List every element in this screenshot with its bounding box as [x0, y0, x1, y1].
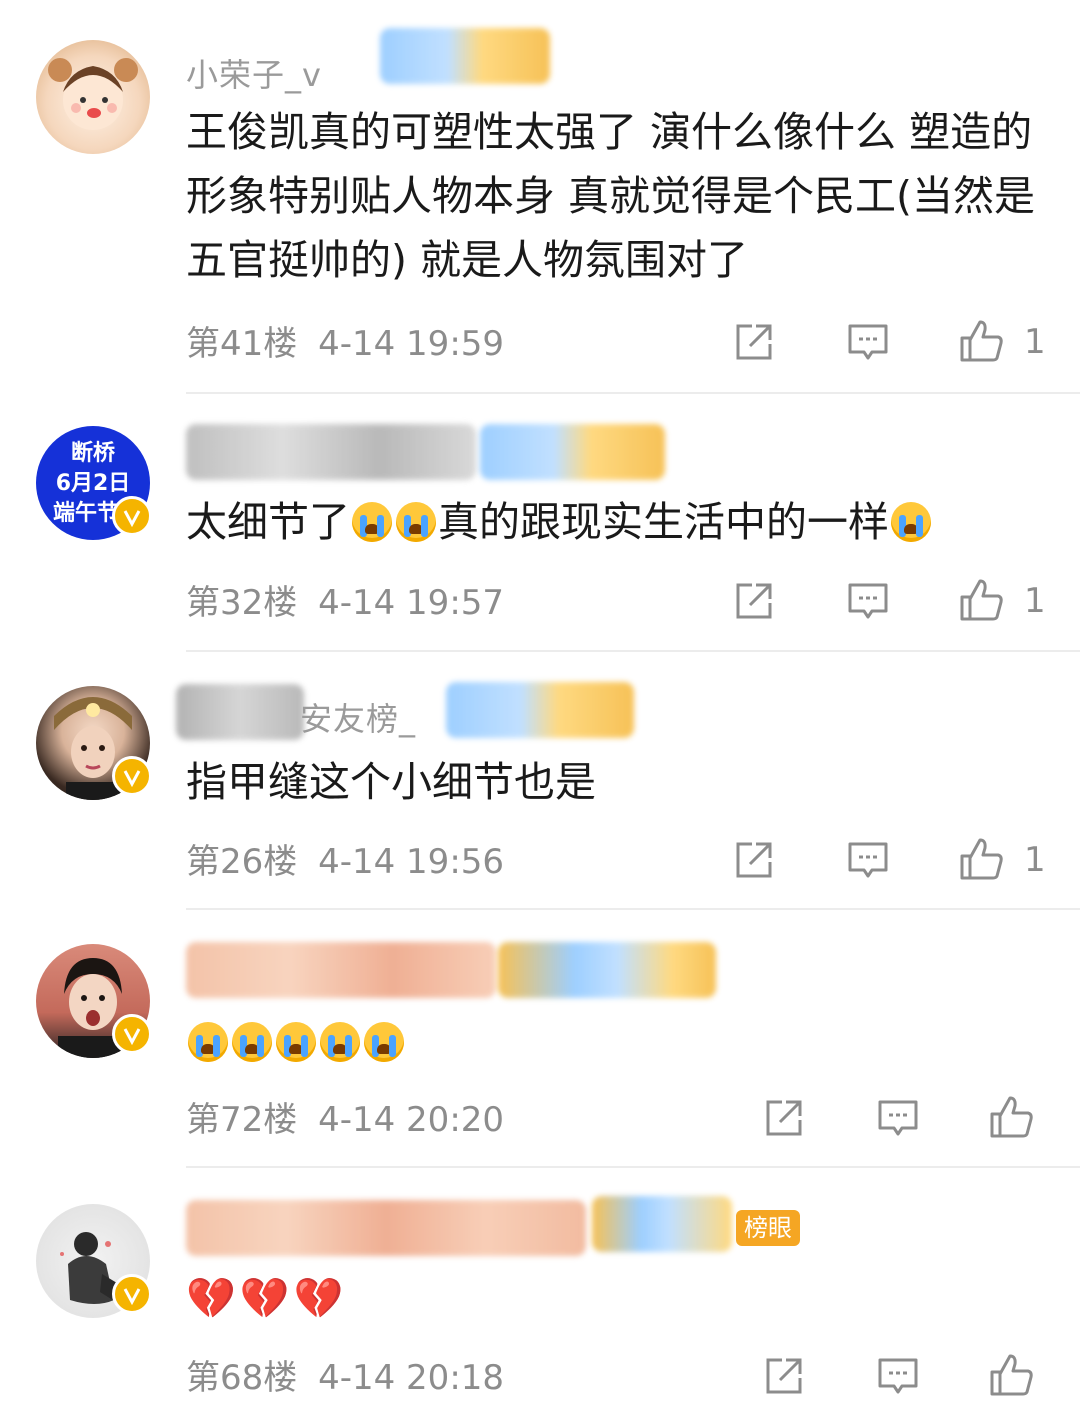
crying-emoji-icon [891, 502, 931, 542]
floor-number: 第32楼 [186, 583, 298, 623]
floor-number: 第41楼 [186, 324, 298, 364]
thumbs-up-icon[interactable] [958, 836, 1003, 880]
divider [186, 650, 1080, 652]
broken-heart-icon: 💔 [186, 1276, 236, 1322]
crying-emoji-icon [320, 1022, 360, 1062]
comment-meta: 第41楼 4-14 19:59 [186, 324, 504, 364]
avatar[interactable]: 断桥 6月2日 端午节 [36, 426, 152, 540]
floor-number: 第26楼 [186, 842, 298, 882]
crying-emoji-icon [364, 1022, 404, 1062]
comment-meta: 第68楼 4-14 20:18 [186, 1358, 504, 1398]
username-blur [480, 424, 665, 480]
avatar[interactable] [36, 944, 152, 1058]
username-blur [498, 942, 716, 998]
comment-icon[interactable] [876, 1354, 920, 1398]
share-icon[interactable] [732, 579, 776, 623]
username-blur [186, 942, 496, 998]
comment-icon[interactable] [846, 838, 890, 882]
comment-text: 指甲缝这个小细节也是 [186, 758, 596, 806]
comment-text [186, 1010, 1046, 1074]
comment-text: 💔 💔 💔 [186, 1266, 1046, 1331]
share-icon[interactable] [762, 1354, 806, 1398]
avatar-text-2: 6月2日 [55, 471, 131, 496]
thumbs-up-icon[interactable] [988, 1352, 1033, 1396]
comment-meta: 第26楼 4-14 19:56 [186, 842, 504, 882]
verified-badge-icon [112, 496, 152, 536]
broken-heart-icon: 💔 [293, 1276, 344, 1322]
like-count: 1 [1024, 840, 1046, 880]
comment-text-part: 太细节了 [186, 498, 350, 546]
verified-badge-icon [112, 1274, 152, 1314]
divider [186, 392, 1080, 394]
comment-icon[interactable] [846, 320, 890, 364]
username-blur [186, 424, 476, 480]
thumbs-up-icon[interactable] [958, 577, 1003, 621]
timestamp: 4-14 20:20 [318, 1100, 505, 1140]
timestamp: 4-14 19:57 [318, 583, 505, 623]
comment-meta: 第32楼 4-14 19:57 [186, 583, 504, 623]
comment-meta: 第72楼 4-14 20:20 [186, 1100, 504, 1140]
crying-emoji-icon [276, 1022, 316, 1062]
like-count: 1 [1024, 581, 1046, 621]
floor-number: 第72楼 [186, 1100, 298, 1140]
username-blur [446, 682, 634, 738]
username-blur [186, 1200, 586, 1256]
comment-text: 王俊凯真的可塑性太强了 演什么像什么 塑造的形象特别贴人物本身 真就觉得是个民工… [186, 108, 1036, 284]
share-icon[interactable] [732, 838, 776, 882]
divider [186, 908, 1080, 910]
share-icon[interactable] [762, 1096, 806, 1140]
verified-badge-icon [112, 756, 152, 796]
timestamp: 4-14 20:18 [318, 1358, 505, 1398]
comment-text: 太细节了 真的跟现实生活中的一样 [186, 490, 1046, 554]
timestamp: 4-14 19:59 [318, 324, 505, 364]
floor-number: 第68楼 [186, 1358, 298, 1398]
username[interactable]: 小荣子_v [186, 50, 322, 96]
avatar[interactable] [36, 686, 152, 800]
timestamp: 4-14 19:56 [318, 842, 505, 882]
comment-icon[interactable] [846, 579, 890, 623]
thumbs-up-icon[interactable] [958, 318, 1003, 362]
rank-badge: 榜眼 [736, 1210, 800, 1246]
crying-emoji-icon [352, 502, 392, 542]
username-blur [176, 684, 304, 740]
comment-icon[interactable] [876, 1096, 920, 1140]
crying-emoji-icon [396, 502, 436, 542]
avatar[interactable] [36, 40, 150, 154]
avatar[interactable] [36, 1204, 152, 1318]
broken-heart-icon: 💔 [239, 1276, 290, 1322]
crying-emoji-icon [188, 1022, 228, 1062]
crying-emoji-icon [232, 1022, 272, 1062]
thumbs-up-icon[interactable] [988, 1094, 1033, 1138]
verified-badge-icon [112, 1014, 152, 1054]
divider [186, 1166, 1080, 1168]
avatar-text-1: 断桥 [70, 441, 115, 466]
username[interactable]: 安友榜_ [300, 694, 416, 740]
like-count: 1 [1024, 322, 1046, 362]
comment-text-part: 真的跟现实生活中的一样 [438, 498, 889, 546]
share-icon[interactable] [732, 320, 776, 364]
username-blur [592, 1196, 732, 1252]
username-blur [380, 28, 550, 84]
